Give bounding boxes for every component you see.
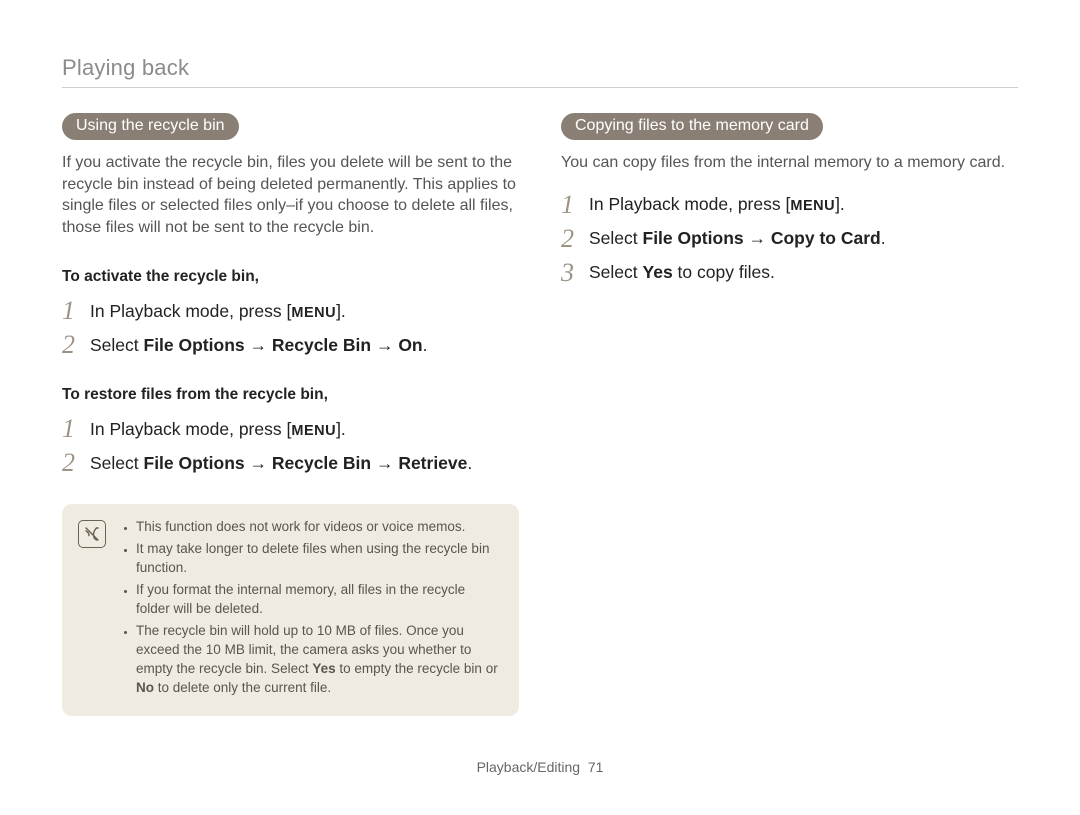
step-number: 2 xyxy=(62,332,80,358)
section-pill-recycle: Using the recycle bin xyxy=(62,113,239,140)
page-footer: Playback/Editing 71 xyxy=(0,759,1080,775)
step-row: 2 Select File Options → Recycle Bin → On… xyxy=(62,332,519,358)
right-column: Copying files to the memory card You can… xyxy=(561,113,1018,716)
steps-copy: 1 In Playback mode, press [MENU]. 2 Sele… xyxy=(561,192,1018,286)
steps-restore: 1 In Playback mode, press [MENU]. 2 Sele… xyxy=(62,416,519,476)
step-number: 3 xyxy=(561,260,579,286)
step-text: In Playback mode, press [MENU]. xyxy=(90,300,346,323)
step-text: In Playback mode, press [MENU]. xyxy=(90,418,346,441)
note-item: If you format the internal memory, all f… xyxy=(136,581,501,619)
step-row: 1 In Playback mode, press [MENU]. xyxy=(62,416,519,442)
step-row: 3 Select Yes to copy files. xyxy=(561,260,1018,286)
step-number: 2 xyxy=(561,226,579,252)
step-row: 1 In Playback mode, press [MENU]. xyxy=(561,192,1018,218)
step-text: Select File Options → Copy to Card. xyxy=(589,227,886,250)
section-pill-copy: Copying files to the memory card xyxy=(561,113,823,140)
step-text: Select File Options → Recycle Bin → On. xyxy=(90,334,428,357)
divider xyxy=(62,87,1018,88)
note-list: This function does not work for videos o… xyxy=(122,518,501,700)
menu-label: MENU xyxy=(790,198,835,214)
step-number: 1 xyxy=(561,192,579,218)
note-item: This function does not work for videos o… xyxy=(136,518,501,537)
step-row: 1 In Playback mode, press [MENU]. xyxy=(62,298,519,324)
note-item: The recycle bin will hold up to 10 MB of… xyxy=(136,622,501,698)
copy-intro: You can copy files from the internal mem… xyxy=(561,152,1018,174)
note-box: This function does not work for videos o… xyxy=(62,504,519,716)
step-row: 2 Select File Options → Recycle Bin → Re… xyxy=(62,450,519,476)
page-header: Playing back xyxy=(62,55,1018,81)
steps-activate: 1 In Playback mode, press [MENU]. 2 Sele… xyxy=(62,298,519,358)
step-text: Select Yes to copy files. xyxy=(589,261,775,284)
footer-section: Playback/Editing xyxy=(477,759,581,775)
recycle-intro: If you activate the recycle bin, files y… xyxy=(62,152,519,238)
step-number: 1 xyxy=(62,416,80,442)
note-icon xyxy=(78,520,106,548)
step-text: In Playback mode, press [MENU]. xyxy=(589,193,845,216)
footer-page: 71 xyxy=(588,759,604,775)
menu-label: MENU xyxy=(291,423,336,439)
step-number: 1 xyxy=(62,298,80,324)
note-item: It may take longer to delete files when … xyxy=(136,540,501,578)
menu-label: MENU xyxy=(291,305,336,321)
step-number: 2 xyxy=(62,450,80,476)
left-column: Using the recycle bin If you activate th… xyxy=(62,113,519,716)
step-row: 2 Select File Options → Copy to Card. xyxy=(561,226,1018,252)
subhead-activate: To activate the recycle bin, xyxy=(62,268,519,286)
subhead-restore: To restore files from the recycle bin, xyxy=(62,386,519,404)
step-text: Select File Options → Recycle Bin → Retr… xyxy=(90,452,472,475)
